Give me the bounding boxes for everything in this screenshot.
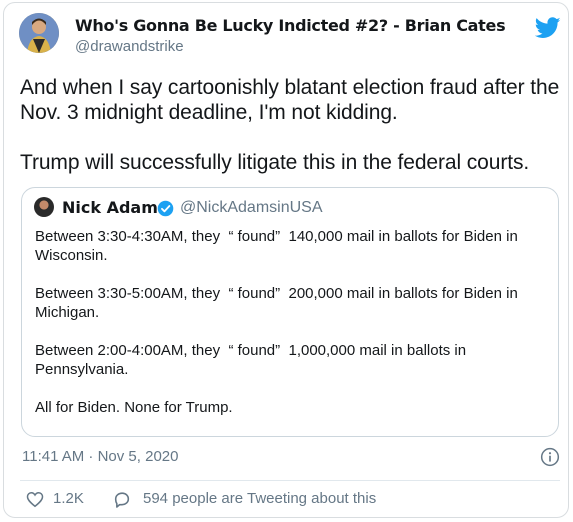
tweet-paragraph: Trump will successfully litigate this in… xyxy=(20,151,530,174)
twitter-bird-icon[interactable] xyxy=(535,17,561,39)
quoted-author-avatar xyxy=(34,197,54,217)
info-icon[interactable] xyxy=(540,447,560,467)
quoted-author-name: Nick Adams xyxy=(62,198,168,217)
author-display-name[interactable]: Who's Gonna Be Lucky Indicted #2? - Bria… xyxy=(75,16,506,35)
quoted-paragraph: All for Biden. None for Trump. xyxy=(35,399,233,416)
quoted-tweet[interactable]: Nick Adams @NickAdamsinUSA Between 3:30-… xyxy=(21,187,559,437)
quoted-tweet-body: Between 3:30-4:30AM, they “ found” 140,0… xyxy=(35,227,550,417)
speech-bubble-icon[interactable] xyxy=(112,490,132,509)
verified-badge-icon xyxy=(157,200,174,217)
avatar-image xyxy=(19,13,59,53)
tweet-card: Who's Gonna Be Lucky Indicted #2? - Bria… xyxy=(3,2,569,518)
actions-divider xyxy=(20,480,560,481)
quoted-paragraph: Between 3:30-5:00AM, they “ found” 200,0… xyxy=(35,285,522,321)
author-avatar[interactable] xyxy=(19,13,59,53)
tweet-body: And when I say cartoonishly blatant elec… xyxy=(20,75,560,175)
quoted-author-handle: @NickAdamsinUSA xyxy=(180,199,323,216)
quoted-paragraph: Between 2:00-4:00AM, they “ found” 1,000… xyxy=(35,342,471,378)
heart-icon[interactable] xyxy=(26,491,44,508)
like-count[interactable]: 1.2K xyxy=(53,490,84,507)
tweeting-about-this-link[interactable]: 594 people are Tweeting about this xyxy=(143,490,376,507)
tweet-timestamp[interactable]: 11:41 AM · Nov 5, 2020 xyxy=(22,448,178,465)
quoted-paragraph: Between 3:30-4:30AM, they “ found” 140,0… xyxy=(35,228,522,264)
author-handle[interactable]: @drawandstrike xyxy=(75,38,184,55)
tweet-paragraph: And when I say cartoonishly blatant elec… xyxy=(20,76,560,124)
